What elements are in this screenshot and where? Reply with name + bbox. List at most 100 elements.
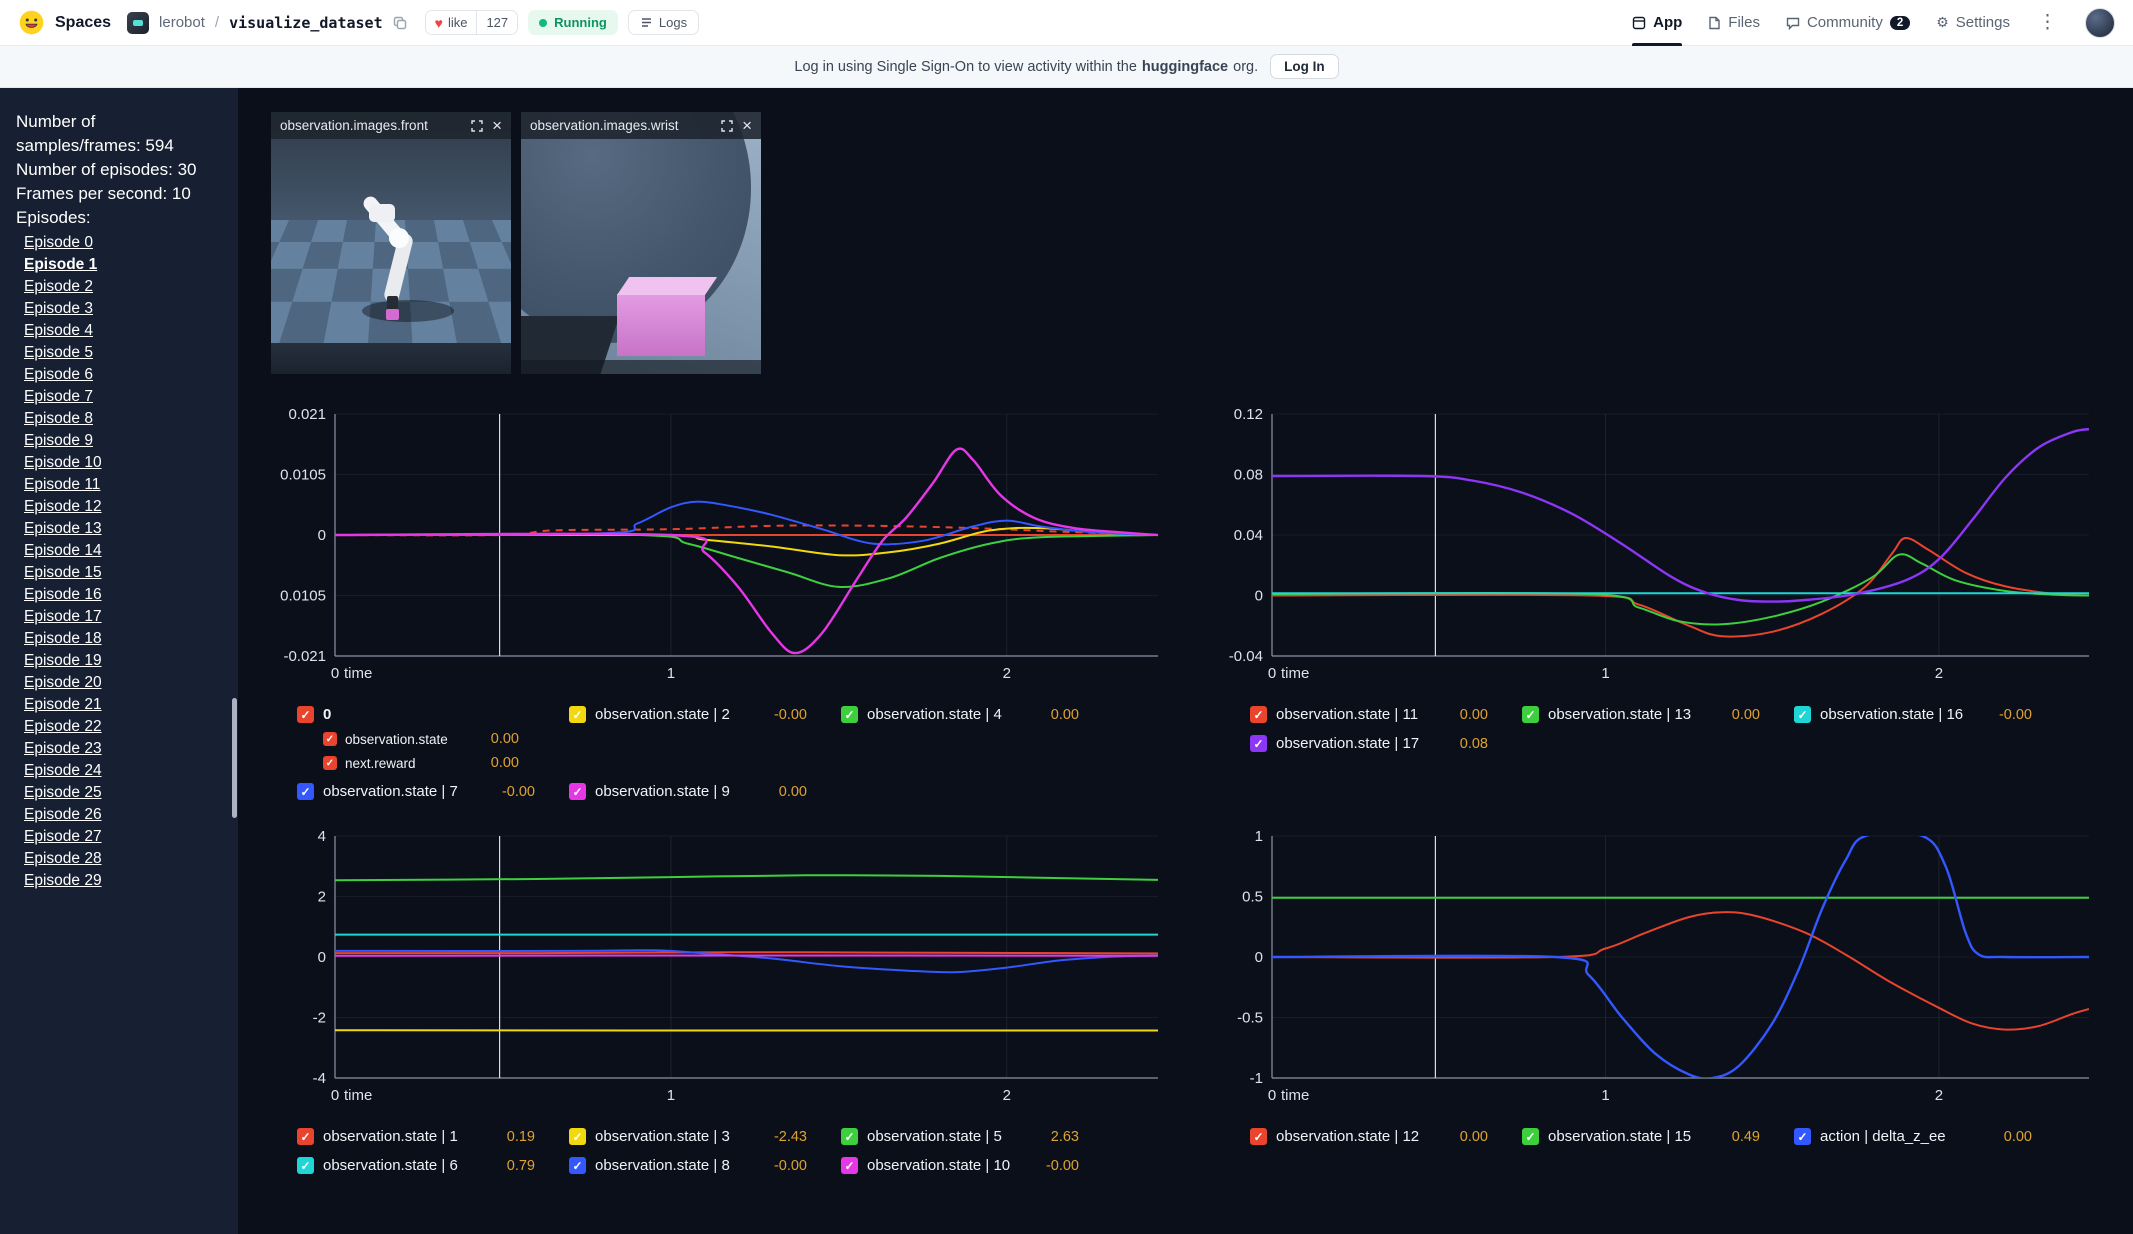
legend-row[interactable]: ✓0 bbox=[297, 706, 549, 723]
legend-checkbox[interactable]: ✓ bbox=[841, 1128, 858, 1145]
tab-community[interactable]: Community 2 bbox=[1786, 0, 1910, 46]
legend-checkbox[interactable]: ✓ bbox=[297, 1128, 314, 1145]
spaces-brand[interactable]: Spaces bbox=[55, 14, 111, 32]
episode-link[interactable]: Episode 19 bbox=[24, 650, 102, 672]
huggingface-logo-icon[interactable] bbox=[18, 9, 45, 36]
like-button[interactable]: ♥ like bbox=[426, 11, 477, 34]
episode-link[interactable]: Episode 1 bbox=[24, 254, 97, 276]
episode-link[interactable]: Episode 0 bbox=[24, 232, 93, 254]
legend-row[interactable]: ✓observation.state | 130.00 bbox=[1522, 706, 1774, 723]
legend-checkbox[interactable]: ✓ bbox=[297, 1157, 314, 1174]
legend-row[interactable]: ✓observation.state | 16-0.00 bbox=[1794, 706, 2046, 723]
kebab-menu-icon[interactable]: ⋮ bbox=[2036, 11, 2059, 34]
chart-plot[interactable]: 420-2-4012time bbox=[271, 826, 1170, 1114]
legend-row[interactable]: ✓next.reward0.00 bbox=[323, 755, 533, 771]
like-count[interactable]: 127 bbox=[476, 11, 517, 34]
tab-settings[interactable]: ⚙ Settings bbox=[1936, 0, 2010, 46]
episode-link[interactable]: Episode 28 bbox=[24, 848, 102, 870]
episode-link[interactable]: Episode 12 bbox=[24, 496, 102, 518]
legend-row[interactable]: ✓observation.state0.00 bbox=[323, 731, 533, 747]
close-icon[interactable]: × bbox=[492, 117, 502, 134]
legend-checkbox[interactable]: ✓ bbox=[1794, 1128, 1811, 1145]
episode-link[interactable]: Episode 2 bbox=[24, 276, 93, 298]
space-name[interactable]: visualize_dataset bbox=[229, 14, 383, 32]
legend-checkbox[interactable]: ✓ bbox=[1250, 735, 1267, 752]
legend-row[interactable]: ✓observation.state | 10-0.00 bbox=[841, 1157, 1093, 1174]
legend-row[interactable]: ✓action | delta_z_ee0.00 bbox=[1794, 1128, 2046, 1145]
user-avatar[interactable] bbox=[2085, 8, 2115, 38]
legend-checkbox[interactable]: ✓ bbox=[569, 1157, 586, 1174]
line-chart-svg[interactable]: 10.50-0.5-1012time bbox=[1224, 826, 2101, 1114]
episode-link[interactable]: Episode 5 bbox=[24, 342, 93, 364]
expand-icon[interactable] bbox=[721, 120, 733, 132]
legend-checkbox[interactable]: ✓ bbox=[569, 783, 586, 800]
expand-icon[interactable] bbox=[471, 120, 483, 132]
legend-row[interactable]: ✓observation.state | 90.00 bbox=[569, 783, 821, 800]
legend-row[interactable]: ✓observation.state | 52.63 bbox=[841, 1128, 1093, 1145]
chart-plot[interactable]: 0.120.080.040-0.04012time bbox=[1224, 404, 2101, 692]
episode-link[interactable]: Episode 8 bbox=[24, 408, 93, 430]
legend-checkbox[interactable]: ✓ bbox=[297, 706, 314, 723]
episode-link[interactable]: Episode 7 bbox=[24, 386, 93, 408]
episode-link[interactable]: Episode 16 bbox=[24, 584, 102, 606]
legend-checkbox[interactable]: ✓ bbox=[1522, 706, 1539, 723]
legend-checkbox[interactable]: ✓ bbox=[323, 732, 337, 746]
line-chart-svg[interactable]: 0.120.080.040-0.04012time bbox=[1224, 404, 2101, 692]
close-icon[interactable]: × bbox=[742, 117, 752, 134]
episode-link[interactable]: Episode 25 bbox=[24, 782, 102, 804]
episode-link[interactable]: Episode 13 bbox=[24, 518, 102, 540]
episode-link[interactable]: Episode 26 bbox=[24, 804, 102, 826]
episode-link[interactable]: Episode 21 bbox=[24, 694, 102, 716]
episode-link[interactable]: Episode 17 bbox=[24, 606, 102, 628]
legend-row[interactable]: ✓observation.state | 2-0.00 bbox=[569, 706, 821, 723]
episode-link[interactable]: Episode 9 bbox=[24, 430, 93, 452]
legend-checkbox[interactable]: ✓ bbox=[841, 706, 858, 723]
space-owner[interactable]: lerobot bbox=[159, 14, 205, 31]
episode-link[interactable]: Episode 24 bbox=[24, 760, 102, 782]
legend-row[interactable]: ✓observation.state | 170.08 bbox=[1250, 735, 1502, 752]
legend-checkbox[interactable]: ✓ bbox=[569, 1128, 586, 1145]
legend-row[interactable]: ✓observation.state | 3-2.43 bbox=[569, 1128, 821, 1145]
line-chart-svg[interactable]: 420-2-4012time bbox=[271, 826, 1170, 1114]
episode-link[interactable]: Episode 14 bbox=[24, 540, 102, 562]
legend-checkbox[interactable]: ✓ bbox=[569, 706, 586, 723]
episode-link[interactable]: Episode 29 bbox=[24, 870, 102, 892]
episode-link[interactable]: Episode 22 bbox=[24, 716, 102, 738]
episode-link[interactable]: Episode 6 bbox=[24, 364, 93, 386]
episode-link[interactable]: Episode 4 bbox=[24, 320, 93, 342]
scrollbar-thumb[interactable] bbox=[232, 698, 237, 818]
episode-link[interactable]: Episode 23 bbox=[24, 738, 102, 760]
legend-row[interactable]: ✓observation.state | 120.00 bbox=[1250, 1128, 1502, 1145]
episode-link[interactable]: Episode 15 bbox=[24, 562, 102, 584]
legend-row[interactable]: ✓observation.state | 10.19 bbox=[297, 1128, 549, 1145]
legend-checkbox[interactable]: ✓ bbox=[297, 783, 314, 800]
login-button[interactable]: Log In bbox=[1270, 54, 1339, 79]
legend-row[interactable]: ✓observation.state | 60.79 bbox=[297, 1157, 549, 1174]
episode-link[interactable]: Episode 10 bbox=[24, 452, 102, 474]
running-status-badge[interactable]: Running bbox=[528, 10, 618, 35]
video-frame-wrist[interactable] bbox=[521, 112, 761, 374]
legend-checkbox[interactable]: ✓ bbox=[1794, 706, 1811, 723]
legend-checkbox[interactable]: ✓ bbox=[841, 1157, 858, 1174]
logs-button[interactable]: Logs bbox=[628, 10, 699, 35]
episode-link[interactable]: Episode 27 bbox=[24, 826, 102, 848]
episode-link[interactable]: Episode 18 bbox=[24, 628, 102, 650]
chart-plot[interactable]: 0.0210.010500.0105-0.021012time bbox=[271, 404, 1170, 692]
legend-row[interactable]: ✓observation.state | 8-0.00 bbox=[569, 1157, 821, 1174]
legend-checkbox[interactable]: ✓ bbox=[1250, 706, 1267, 723]
legend-checkbox[interactable]: ✓ bbox=[1250, 1128, 1267, 1145]
legend-row[interactable]: ✓observation.state | 40.00 bbox=[841, 706, 1093, 723]
chart-plot[interactable]: 10.50-0.5-1012time bbox=[1224, 826, 2101, 1114]
episode-link[interactable]: Episode 20 bbox=[24, 672, 102, 694]
video-frame-front[interactable] bbox=[271, 112, 511, 374]
legend-row[interactable]: ✓observation.state | 150.49 bbox=[1522, 1128, 1774, 1145]
copy-icon[interactable] bbox=[393, 16, 407, 30]
tab-files[interactable]: Files bbox=[1708, 0, 1760, 46]
space-avatar[interactable] bbox=[127, 12, 149, 34]
legend-row[interactable]: ✓observation.state | 110.00 bbox=[1250, 706, 1502, 723]
legend-row[interactable]: ✓observation.state | 7-0.00 bbox=[297, 783, 549, 800]
episode-link[interactable]: Episode 11 bbox=[24, 474, 100, 496]
legend-checkbox[interactable]: ✓ bbox=[323, 756, 337, 770]
episode-link[interactable]: Episode 3 bbox=[24, 298, 93, 320]
line-chart-svg[interactable]: 0.0210.010500.0105-0.021012time bbox=[271, 404, 1170, 692]
